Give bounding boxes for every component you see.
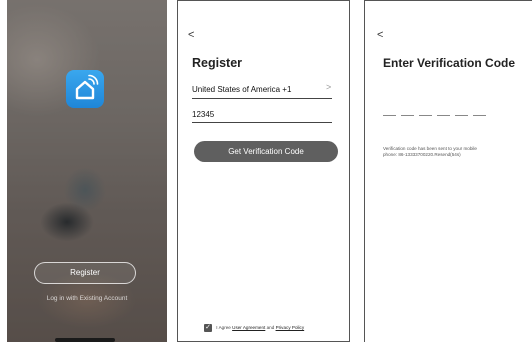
agree-prefix: I Agree <box>216 325 231 331</box>
code-slot[interactable] <box>437 115 450 116</box>
page-title: Register <box>192 56 243 70</box>
agreement-row: ✓ I Agree User Agreement and Privacy Pol… <box>204 324 304 332</box>
code-slot[interactable] <box>419 115 432 116</box>
home-indicator <box>55 338 115 342</box>
privacy-policy-link[interactable]: Privacy Policy <box>276 325 305 330</box>
user-agreement-link[interactable]: User Agreement <box>232 325 265 330</box>
country-underline <box>192 98 332 99</box>
get-verification-code-button[interactable]: Get Verification Code <box>194 141 338 162</box>
code-slot[interactable] <box>401 115 414 116</box>
phone-input[interactable]: 12345 <box>192 110 214 119</box>
back-icon[interactable]: < <box>377 29 383 41</box>
code-slot[interactable] <box>455 115 468 116</box>
register-button[interactable]: Register <box>34 262 136 284</box>
verification-screen: < Enter Verification Code Verification c… <box>364 0 532 342</box>
code-slot[interactable] <box>383 115 396 116</box>
welcome-screen: Register Log in with Existing Account <box>7 0 167 342</box>
resend-line[interactable]: phone: 86-13333700220.Resend(54s) <box>383 152 523 158</box>
register-screen: < Register United States of America +1 >… <box>177 0 350 342</box>
code-sent-message: Verification code has been sent to your … <box>383 146 523 158</box>
chevron-right-icon[interactable]: > <box>326 82 331 92</box>
and-text: and <box>266 325 275 331</box>
country-selector[interactable]: United States of America +1 <box>192 85 291 94</box>
home-wifi-icon <box>66 70 104 108</box>
code-slot[interactable] <box>473 115 486 116</box>
agree-checkbox[interactable]: ✓ <box>204 324 212 332</box>
background-overlay <box>7 0 167 342</box>
page-title: Enter Verification Code <box>383 56 516 70</box>
phone-underline <box>192 122 332 123</box>
login-existing-account-link[interactable]: Log in with Existing Account <box>7 295 167 302</box>
back-icon[interactable]: < <box>188 29 194 41</box>
